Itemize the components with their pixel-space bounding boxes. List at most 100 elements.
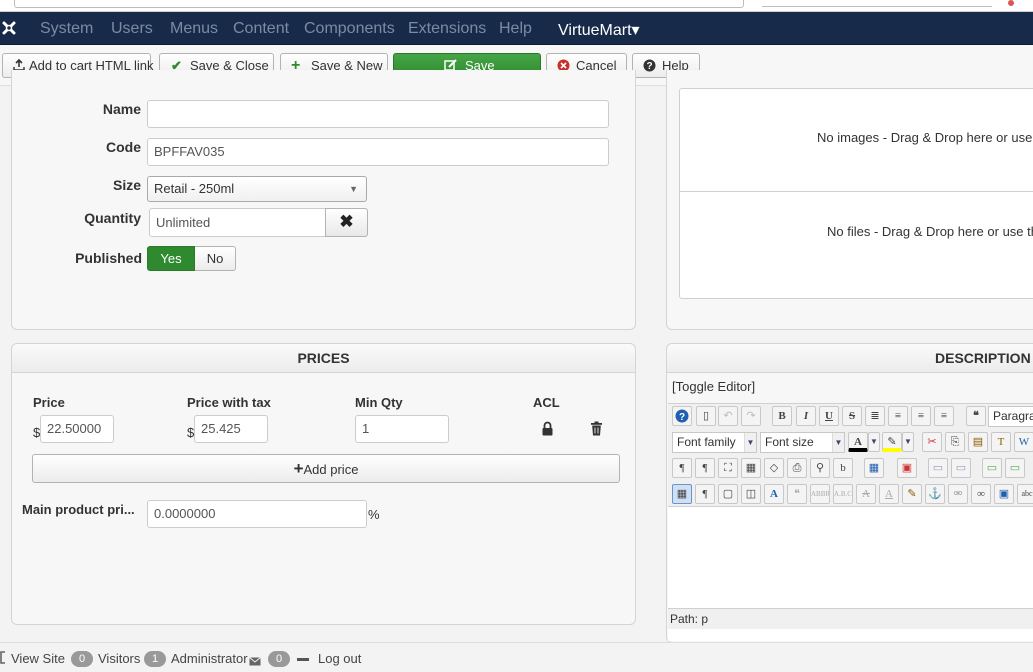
menu-users[interactable]: Users [111,20,153,38]
strikethrough-icon[interactable]: S [842,406,862,426]
delete-table-icon[interactable]: ▣ [897,458,917,478]
administrator-label: Administrator [171,651,248,666]
published-label: Published [75,250,142,266]
unlink-icon[interactable]: ⚮ [948,484,968,504]
table-icon[interactable]: ▦ [864,458,884,478]
menu-content[interactable]: Content [233,20,289,38]
ins-icon[interactable]: A [879,484,899,504]
blockquote-icon[interactable]: ❝ [966,406,986,426]
price-input[interactable]: 22.50000 [40,415,114,443]
styles-icon[interactable]: A [764,484,784,504]
minus-icon [297,658,309,661]
spellcheck-icon[interactable]: abc [1017,484,1033,504]
row-after-icon[interactable]: ▭ [951,458,971,478]
text-color-icon[interactable]: A [848,432,868,452]
size-label: Size [112,177,141,193]
replace-icon[interactable]: b [833,458,853,478]
paste-icon[interactable]: ▤ [968,432,988,452]
menu-virtuemart-label: VirtueMart [558,22,632,39]
add-price-button[interactable]: +Add price [32,454,620,483]
link-icon[interactable]: ∞ [971,484,991,504]
chevron-down-icon[interactable]: ▼ [902,432,914,452]
menu-help[interactable]: Help [499,20,532,38]
del-icon[interactable]: A [856,484,876,504]
status-bar: View Site 0 Visitors 1 Administrator 0 L… [0,642,1033,672]
prices-title: PRICES [12,344,635,373]
lock-icon[interactable] [541,421,554,439]
fullscreen-icon[interactable]: ⛶ [718,458,738,478]
paragraph-format-value: Paragrap [993,409,1033,423]
view-site-link[interactable]: View Site [11,651,65,666]
align-center-icon[interactable]: ≡ [888,406,908,426]
chevron-down-icon[interactable]: ▼ [868,432,880,452]
code-input[interactable]: BPFFAV035 [147,138,609,166]
print-icon[interactable]: ⎙ [787,458,807,478]
images-dropzone[interactable]: No images - Drag & Drop here or use [679,88,1033,192]
menu-system[interactable]: System [40,20,93,38]
menu-menus[interactable]: Menus [170,20,218,38]
files-dropzone[interactable]: No files - Drag & Drop here or use th [679,192,1033,299]
cut-icon[interactable]: ✂ [922,432,942,452]
italic-icon[interactable]: I [796,406,816,426]
image-icon[interactable]: ▣ [994,484,1014,504]
clear-quantity-button[interactable]: ✖ [325,208,368,237]
search-bar[interactable] [762,0,992,7]
main-product-price-input[interactable]: 0.0000000 [147,500,367,528]
rtl-icon[interactable]: ¶ [695,458,715,478]
joomla-logo-icon[interactable] [0,19,18,37]
align-left-icon[interactable]: ≡ [911,406,931,426]
show-blocks-icon[interactable]: ¶ [695,484,715,504]
ltr-icon[interactable]: ¶ [672,458,692,478]
toggle-editor-link[interactable]: [Toggle Editor] [672,379,755,394]
menu-virtuemart[interactable]: VirtueMart▾ [558,20,640,40]
template-icon[interactable]: ▦ [741,458,761,478]
path-label: Path: [670,612,699,626]
admin-count-badge: 1 [144,651,166,667]
bold-icon[interactable]: B [772,406,792,426]
underline-icon[interactable]: U [819,406,839,426]
editor-content-area[interactable] [668,507,1033,609]
trash-icon[interactable] [590,421,603,439]
abbr-icon[interactable]: ABBR [810,484,830,504]
main-product-price-label: Main product pri... [22,502,135,517]
logout-link[interactable]: Log out [318,651,361,666]
visual-aid-icon[interactable]: ▦ [672,484,692,504]
name-input[interactable] [147,100,609,128]
paste-word-icon[interactable]: W [1014,432,1033,452]
highlight-color-icon[interactable]: ✎ [882,432,902,452]
redo-icon[interactable]: ↷ [741,406,761,426]
messages-count-badge: 0 [268,651,290,667]
size-select[interactable]: Retail - 250ml ▼ [147,176,367,202]
undo-icon[interactable]: ↶ [718,406,738,426]
code-icon[interactable]: ◇ [764,458,784,478]
menu-components[interactable]: Components [304,20,395,38]
published-yes-toggle[interactable]: Yes [147,246,195,271]
price-with-tax-input[interactable]: 25.425 [194,415,268,443]
published-no-toggle[interactable]: No [195,246,236,271]
attributes-icon[interactable]: ✎ [902,484,922,504]
paragraph-format-select[interactable]: Paragrap [988,406,1033,427]
col-after-icon[interactable]: ▭ [1005,458,1025,478]
find-icon[interactable]: ⚲ [810,458,830,478]
copy-icon[interactable]: ⎘ [945,432,965,452]
new-document-icon[interactable]: ▯ [696,406,716,426]
help-icon[interactable]: ? [672,406,692,426]
style-props-icon[interactable]: ◫ [741,484,761,504]
size-select-value: Retail - 250ml [154,181,235,196]
col-before-icon[interactable]: ▭ [982,458,1002,478]
font-family-select[interactable]: Font family ▼ [672,432,757,453]
insert-layer-icon[interactable]: ▢ [718,484,738,504]
paste-text-icon[interactable]: T [991,432,1011,452]
acronym-icon[interactable]: A.B.C [833,484,853,504]
row-before-icon[interactable]: ▭ [928,458,948,478]
min-qty-input[interactable]: 1 [355,415,449,443]
anchor-icon[interactable]: ⚓ [925,484,945,504]
svg-text:?: ? [646,61,652,72]
align-justify-icon[interactable]: ≣ [865,406,885,426]
quantity-input[interactable]: Unlimited [149,208,326,237]
align-right-icon[interactable]: ≡ [934,406,954,426]
address-bar[interactable] [14,0,744,8]
cite-icon[interactable]: ❝ [787,484,807,504]
font-size-select[interactable]: Font size ▼ [760,432,845,453]
menu-extensions[interactable]: Extensions [408,20,486,38]
